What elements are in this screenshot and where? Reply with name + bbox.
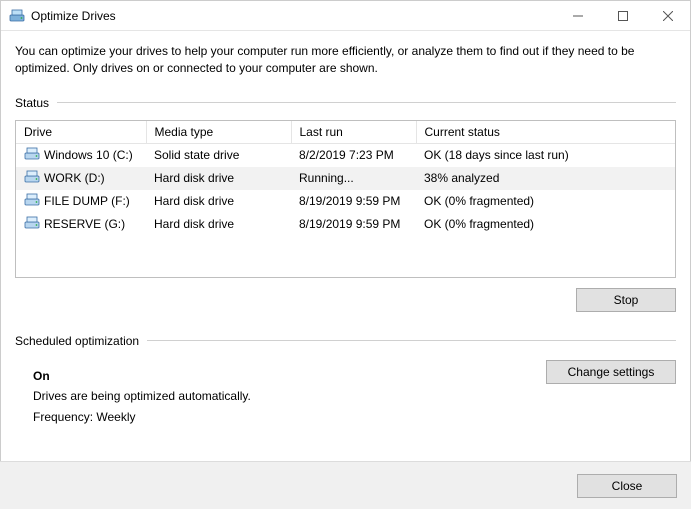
cell-media: Solid state drive [146, 143, 291, 167]
table-row[interactable]: FILE DUMP (F:) Hard disk drive8/19/2019 9… [16, 190, 675, 213]
col-lastrun[interactable]: Last run [291, 121, 416, 144]
cell-status: OK (18 days since last run) [416, 143, 675, 167]
cell-drive: WORK (D:) [16, 167, 146, 190]
scheduled-line-2: Frequency: Weekly [33, 407, 676, 427]
cell-media: Hard disk drive [146, 190, 291, 213]
drive-name: FILE DUMP (F:) [44, 194, 130, 208]
stop-button[interactable]: Stop [576, 288, 676, 312]
scheduled-body: On Drives are being optimized automatica… [15, 358, 676, 427]
drive-name: RESERVE (G:) [44, 217, 125, 231]
dialog-footer: Close [0, 461, 691, 509]
drive-name: Windows 10 (C:) [44, 148, 133, 162]
cell-drive: FILE DUMP (F:) [16, 190, 146, 213]
close-window-button[interactable] [645, 1, 690, 31]
drive-name: WORK (D:) [44, 171, 105, 185]
cell-media: Hard disk drive [146, 213, 291, 236]
client-area: You can optimize your drives to help you… [1, 31, 690, 427]
cell-last-run: Running... [291, 167, 416, 190]
drives-table-container: Drive Media type Last run Current status… [15, 120, 676, 278]
cell-last-run: 8/19/2019 9:59 PM [291, 190, 416, 213]
minimize-button[interactable] [555, 1, 600, 31]
divider [147, 340, 676, 341]
cell-status: 38% analyzed [416, 167, 675, 190]
cell-last-run: 8/2/2019 7:23 PM [291, 143, 416, 167]
change-settings-button[interactable]: Change settings [546, 360, 676, 384]
maximize-button[interactable] [600, 1, 645, 31]
status-label: Status [15, 96, 57, 110]
drive-icon [24, 215, 40, 234]
table-row[interactable]: WORK (D:) Hard disk driveRunning...38% an… [16, 167, 675, 190]
cell-last-run: 8/19/2019 9:59 PM [291, 213, 416, 236]
titlebar: Optimize Drives [1, 1, 690, 31]
app-icon [9, 8, 25, 24]
col-drive[interactable]: Drive [16, 121, 146, 144]
cell-status: OK (0% fragmented) [416, 190, 675, 213]
divider [57, 102, 676, 103]
status-section-header: Status [15, 96, 676, 110]
cell-status: OK (0% fragmented) [416, 213, 675, 236]
scheduled-line-1: Drives are being optimized automatically… [33, 386, 676, 406]
description-text: You can optimize your drives to help you… [15, 43, 676, 78]
col-media[interactable]: Media type [146, 121, 291, 144]
cell-drive: Windows 10 (C:) [16, 143, 146, 167]
scheduled-heading: Scheduled optimization [15, 334, 147, 348]
close-button[interactable]: Close [577, 474, 677, 498]
table-row[interactable]: RESERVE (G:) Hard disk drive8/19/2019 9:5… [16, 213, 675, 236]
drive-icon [24, 146, 40, 165]
window-title: Optimize Drives [31, 9, 116, 23]
drive-icon [24, 169, 40, 188]
drives-table: Drive Media type Last run Current status… [16, 121, 675, 236]
table-button-row: Stop [15, 288, 676, 312]
table-row[interactable]: Windows 10 (C:) Solid state drive8/2/2019… [16, 143, 675, 167]
scheduled-section-header: Scheduled optimization [15, 334, 676, 348]
scheduled-section: Scheduled optimization On Drives are bei… [15, 334, 676, 427]
window-buttons [555, 1, 690, 31]
table-header-row: Drive Media type Last run Current status [16, 121, 675, 144]
cell-media: Hard disk drive [146, 167, 291, 190]
drive-icon [24, 192, 40, 211]
col-status[interactable]: Current status [416, 121, 675, 144]
cell-drive: RESERVE (G:) [16, 213, 146, 236]
